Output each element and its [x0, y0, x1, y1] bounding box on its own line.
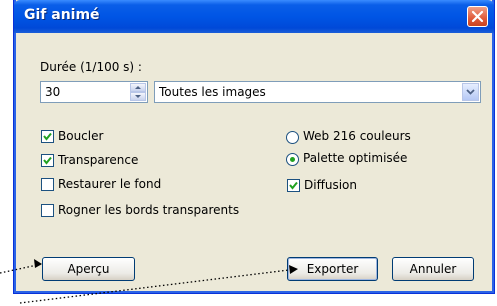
export-arrow-line [19, 268, 298, 304]
preview-arrow-head [34, 259, 42, 268]
annotation-arrows [0, 259, 298, 304]
export-arrow-head [289, 265, 298, 274]
